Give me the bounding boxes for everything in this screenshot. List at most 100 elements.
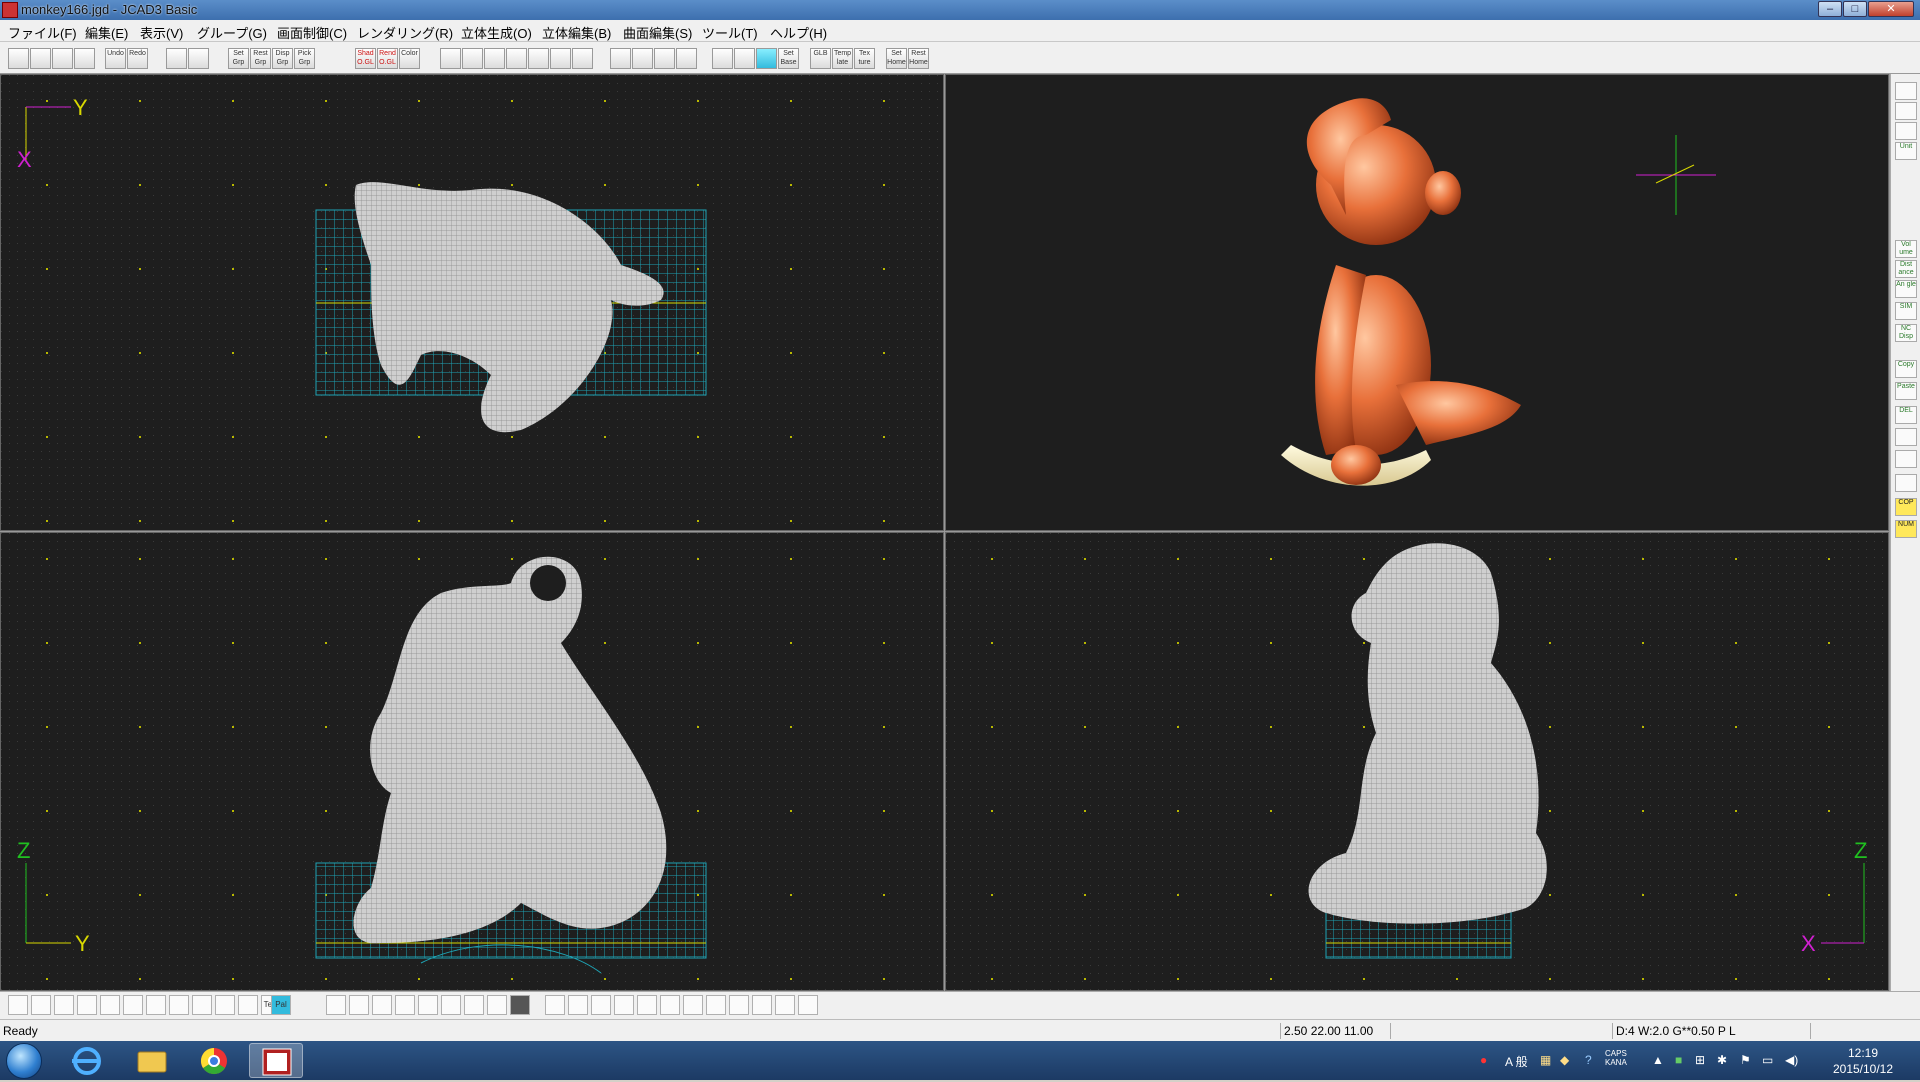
- menu-rendering[interactable]: レンダリング(R): [357, 23, 453, 42]
- zoom-window-icon[interactable]: [484, 48, 505, 69]
- render-opengl-button[interactable]: Rend O.GL: [377, 48, 398, 69]
- menu-solid-create[interactable]: 立体生成(O): [461, 23, 532, 42]
- chamfer-icon[interactable]: [683, 995, 703, 1015]
- zoom-all-icon[interactable]: [506, 48, 527, 69]
- menu-tools[interactable]: ツール(T): [702, 23, 758, 42]
- zoom-out-icon[interactable]: [462, 48, 483, 69]
- menu-surface-edit[interactable]: 曲面編集(S): [623, 23, 692, 42]
- zoom-in-icon[interactable]: [440, 48, 461, 69]
- loft-icon[interactable]: [395, 995, 415, 1015]
- tray-flag-icon[interactable]: ⚑: [1740, 1053, 1751, 1067]
- close-button[interactable]: ✕: [1868, 1, 1914, 17]
- tray-nvidia-icon[interactable]: ■: [1675, 1053, 1682, 1067]
- set-home-button[interactable]: Set Home: [886, 48, 907, 69]
- redo-button[interactable]: Redo: [127, 48, 148, 69]
- menu-screen-control[interactable]: 画面制御(C): [277, 23, 347, 42]
- start-button[interactable]: [6, 1043, 42, 1079]
- snap-grid-icon[interactable]: [756, 48, 777, 69]
- distance-button[interactable]: Dist ance: [1895, 260, 1917, 278]
- twist-icon[interactable]: [706, 995, 726, 1015]
- extrude-icon[interactable]: [326, 995, 346, 1015]
- taskbar-chrome-icon[interactable]: [187, 1043, 241, 1078]
- triangle-tool-icon[interactable]: [123, 995, 143, 1015]
- tray-windows-icon[interactable]: ⊞: [1695, 1053, 1705, 1067]
- tray-network-icon[interactable]: ▭: [1762, 1053, 1773, 1067]
- tray-help-icon[interactable]: ?: [1585, 1053, 1592, 1067]
- array-icon[interactable]: [614, 995, 634, 1015]
- hatch-tool-icon[interactable]: [169, 995, 189, 1015]
- perspective-view[interactable]: [945, 74, 1889, 531]
- disp-group-button[interactable]: Disp Grp: [272, 48, 293, 69]
- line-tool-icon[interactable]: [54, 995, 74, 1015]
- zoom-red-icon[interactable]: [654, 48, 675, 69]
- grid-view-icon[interactable]: [188, 48, 209, 69]
- taskbar-explorer-icon[interactable]: [125, 1043, 179, 1078]
- revolve-icon[interactable]: [349, 995, 369, 1015]
- view-eye-icon[interactable]: [1895, 122, 1917, 140]
- stretch-icon[interactable]: [591, 995, 611, 1015]
- taskbar-clock[interactable]: 12:19 2015/10/12: [1815, 1045, 1911, 1077]
- dimension-tool-icon[interactable]: [77, 995, 97, 1015]
- front-view[interactable]: Z Y: [0, 532, 944, 991]
- frame-icon[interactable]: [676, 48, 697, 69]
- glb-button[interactable]: GLB: [810, 48, 831, 69]
- view-rotate-icon[interactable]: [1895, 82, 1917, 100]
- scale-icon[interactable]: [568, 995, 588, 1015]
- menu-help[interactable]: ヘルプ(H): [770, 23, 827, 42]
- fill-solid-icon[interactable]: [510, 995, 530, 1015]
- bend-icon[interactable]: [729, 995, 749, 1015]
- set-base-button[interactable]: Set Base: [778, 48, 799, 69]
- rotate-red2-icon[interactable]: [632, 48, 653, 69]
- curve-tool-icon[interactable]: [31, 995, 51, 1015]
- template-button[interactable]: Temp late: [832, 48, 853, 69]
- taskbar-jcad-app[interactable]: [249, 1043, 303, 1078]
- sphere-icon[interactable]: [418, 995, 438, 1015]
- shade-opengl-button[interactable]: Shad O.GL: [355, 48, 376, 69]
- rotate-red-icon[interactable]: [610, 48, 631, 69]
- taskbar-ie-icon[interactable]: [60, 1043, 114, 1078]
- boolean-icon[interactable]: [487, 995, 507, 1015]
- menu-group[interactable]: グループ(G): [197, 23, 267, 42]
- rest-group-button[interactable]: Rest Grp: [250, 48, 271, 69]
- layers-icon[interactable]: [1895, 450, 1917, 468]
- minimize-button[interactable]: –: [1818, 1, 1842, 17]
- offset-tool-icon[interactable]: [100, 995, 120, 1015]
- menu-view[interactable]: 表示(V): [140, 23, 183, 42]
- rest-home-button[interactable]: Rest Home: [908, 48, 929, 69]
- sim-button[interactable]: SIM: [1895, 302, 1917, 320]
- maximize-button[interactable]: □: [1843, 1, 1867, 17]
- tray-settings-icon[interactable]: ✱: [1717, 1053, 1727, 1067]
- texture-button[interactable]: Tex ture: [854, 48, 875, 69]
- pan-hand-icon[interactable]: [550, 48, 571, 69]
- cylinder-icon[interactable]: [464, 995, 484, 1015]
- stack-tool-icon[interactable]: [192, 995, 212, 1015]
- pen-tool-icon[interactable]: [215, 995, 235, 1015]
- menu-solid-edit[interactable]: 立体編集(B): [542, 23, 611, 42]
- color-button[interactable]: Color: [399, 48, 420, 69]
- sweep-icon[interactable]: [372, 995, 392, 1015]
- tray-ime-dict-icon[interactable]: ◆: [1560, 1053, 1569, 1067]
- side-view[interactable]: Z X: [945, 532, 1889, 991]
- tray-ime-indicator[interactable]: A 般: [1505, 1053, 1528, 1070]
- cut-icon[interactable]: [752, 995, 772, 1015]
- tree-icon[interactable]: [1895, 474, 1917, 492]
- grid-icon[interactable]: [712, 48, 733, 69]
- fillet-icon[interactable]: [660, 995, 680, 1015]
- box-icon[interactable]: [441, 995, 461, 1015]
- set-group-button[interactable]: Set Grp: [228, 48, 249, 69]
- lock-icon[interactable]: [775, 995, 795, 1015]
- copy-button[interactable]: Copy: [1895, 360, 1917, 378]
- view-print-icon[interactable]: [1895, 102, 1917, 120]
- unit-button[interactable]: Unit: [1895, 142, 1917, 160]
- save-icon[interactable]: [52, 48, 73, 69]
- zoom-fit-icon[interactable]: [528, 48, 549, 69]
- paste-button[interactable]: Paste: [1895, 382, 1917, 400]
- delete-button[interactable]: DEL: [1895, 406, 1917, 424]
- palette-tool-button[interactable]: Pal: [271, 995, 291, 1015]
- volume-button[interactable]: Vol ume: [1895, 240, 1917, 258]
- undo-button[interactable]: Undo: [105, 48, 126, 69]
- app-icon[interactable]: [2, 2, 18, 18]
- tray-ime-tools-icon[interactable]: ▦: [1540, 1053, 1551, 1067]
- tray-alert-icon[interactable]: ●: [1480, 1053, 1487, 1067]
- mirror-tool-icon[interactable]: [146, 995, 166, 1015]
